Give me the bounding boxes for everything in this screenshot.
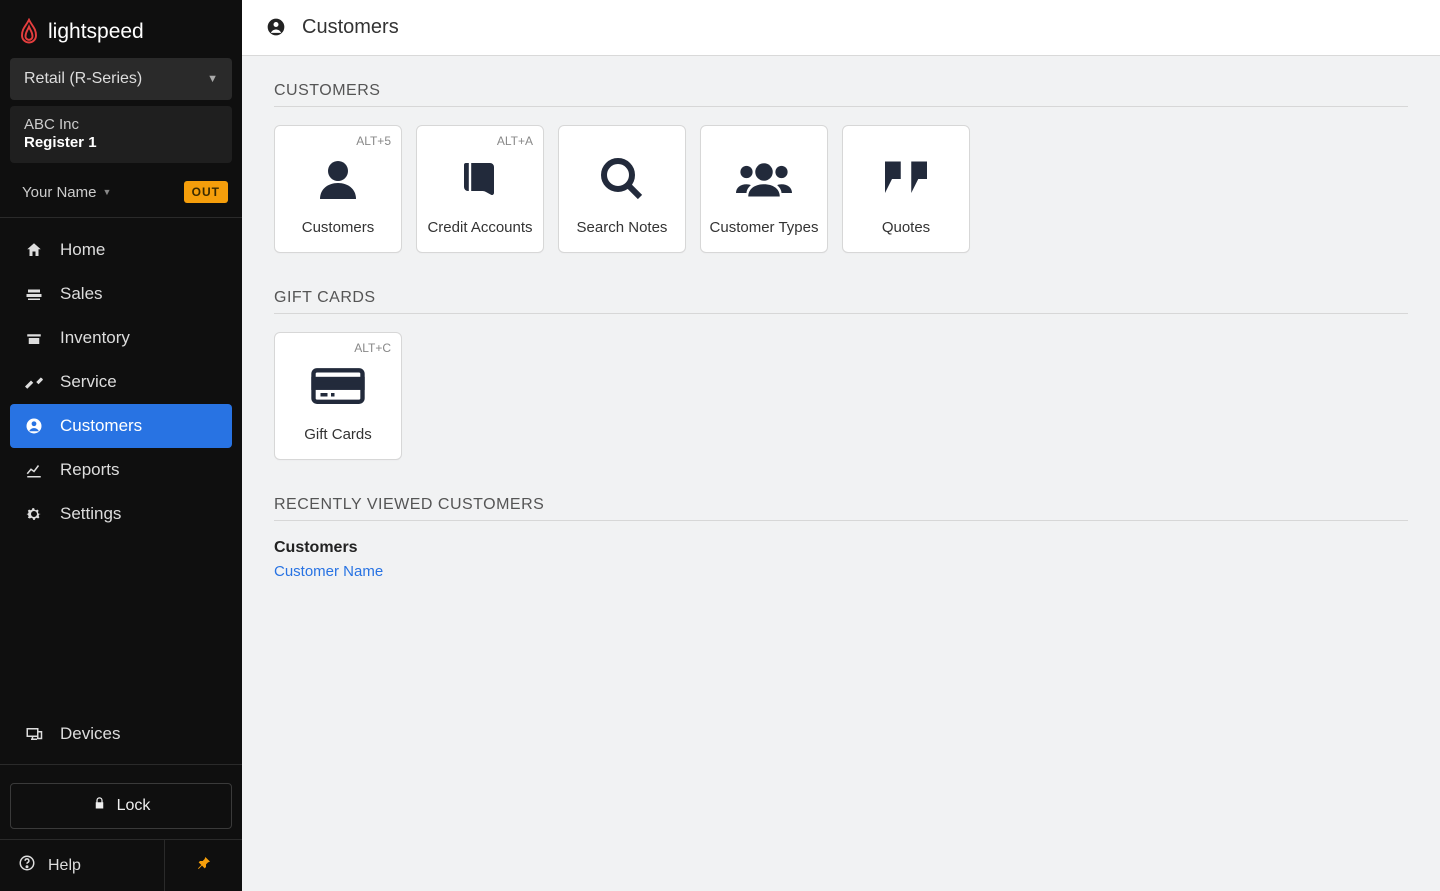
nav-item-home[interactable]: Home	[10, 228, 232, 272]
sidebar: lightspeed Retail (R-Series) ▼ ABC Inc R…	[0, 0, 242, 891]
lock-label: Lock	[117, 797, 151, 815]
help-label: Help	[48, 857, 81, 875]
tile-label: Gift Cards	[304, 426, 372, 443]
nav-label: Settings	[60, 504, 121, 524]
nav-label: Sales	[60, 284, 103, 304]
lock-button[interactable]: Lock	[10, 783, 232, 829]
tile-label: Quotes	[882, 219, 930, 236]
nav-item-inventory[interactable]: Inventory	[10, 316, 232, 360]
recent-group-label: Customers	[274, 539, 1408, 557]
tile-gift-cards[interactable]: ALT+C Gift Cards	[274, 332, 402, 460]
flame-icon	[18, 18, 40, 46]
register-name: Register 1	[24, 134, 218, 151]
caret-down-icon: ▼	[103, 187, 112, 197]
search-icon	[598, 138, 646, 219]
nav-item-reports[interactable]: Reports	[10, 448, 232, 492]
tile-customers[interactable]: ALT+5 Customers	[274, 125, 402, 253]
nav-item-settings[interactable]: Settings	[10, 492, 232, 536]
user-circle-icon	[24, 416, 44, 436]
topbar: Customers	[242, 0, 1440, 56]
page-title: Customers	[302, 16, 399, 39]
tile-quotes[interactable]: Quotes	[842, 125, 970, 253]
nav-label: Devices	[60, 724, 120, 744]
user-name: Your Name	[22, 184, 97, 201]
pin-icon	[196, 855, 212, 876]
primary-nav: Home Sales Inventory Service	[0, 218, 242, 773]
shortcut-label: ALT+A	[497, 134, 533, 148]
tile-label: Customers	[302, 219, 375, 236]
divider	[274, 313, 1408, 314]
chart-icon	[24, 460, 44, 480]
divider	[274, 106, 1408, 107]
help-button[interactable]: Help	[0, 840, 164, 891]
section-heading-giftcards: GIFT CARDS	[274, 289, 1408, 307]
tile-label: Search Notes	[577, 219, 668, 236]
product-selector[interactable]: Retail (R-Series) ▼	[10, 58, 232, 100]
company-register-box[interactable]: ABC Inc Register 1	[10, 106, 232, 163]
section-heading-recent: RECENTLY VIEWED CUSTOMERS	[274, 496, 1408, 514]
nav-label: Service	[60, 372, 117, 392]
tile-credit-accounts[interactable]: ALT+A Credit Accounts	[416, 125, 544, 253]
divider	[0, 764, 242, 765]
nav-label: Customers	[60, 416, 142, 436]
tile-label: Credit Accounts	[427, 219, 532, 236]
tile-label: Customer Types	[710, 219, 819, 236]
wrench-icon	[24, 372, 44, 392]
product-name: Retail (R-Series)	[24, 70, 142, 88]
user-circle-icon	[266, 17, 288, 39]
section-heading-customers: CUSTOMERS	[274, 82, 1408, 100]
shortcut-label: ALT+C	[354, 341, 391, 355]
box-icon	[24, 328, 44, 348]
quote-icon	[878, 138, 934, 219]
brand-logo: lightspeed	[0, 0, 242, 58]
devices-icon	[24, 724, 44, 744]
tiles-customers: ALT+5 Customers ALT+A Credit Accounts	[274, 125, 1408, 253]
nav-label: Inventory	[60, 328, 130, 348]
nav-label: Home	[60, 240, 105, 260]
pin-button[interactable]	[164, 840, 242, 891]
gear-icon	[24, 504, 44, 524]
main-content: Customers CUSTOMERS ALT+5 Customers ALT+…	[242, 0, 1440, 891]
lock-icon	[92, 796, 107, 816]
tiles-giftcards: ALT+C Gift Cards	[274, 332, 1408, 460]
recent-customer-link[interactable]: Customer Name	[274, 563, 1408, 580]
card-icon	[310, 345, 366, 426]
home-icon	[24, 240, 44, 260]
divider	[274, 520, 1408, 521]
nav-item-sales[interactable]: Sales	[10, 272, 232, 316]
tile-customer-types[interactable]: Customer Types	[700, 125, 828, 253]
chevron-down-icon: ▼	[207, 73, 218, 85]
users-icon	[736, 138, 792, 219]
sidebar-footer: Help	[0, 839, 242, 891]
user-row[interactable]: Your Name ▼ OUT	[0, 169, 242, 218]
nav-item-service[interactable]: Service	[10, 360, 232, 404]
brand-name: lightspeed	[48, 20, 144, 44]
nav-label: Reports	[60, 460, 120, 480]
tile-search-notes[interactable]: Search Notes	[558, 125, 686, 253]
shortcut-label: ALT+5	[356, 134, 391, 148]
register-icon	[24, 284, 44, 304]
clock-out-badge[interactable]: OUT	[184, 181, 228, 203]
nav-item-customers[interactable]: Customers	[10, 404, 232, 448]
nav-item-devices[interactable]: Devices	[10, 712, 232, 756]
book-icon	[456, 138, 504, 219]
help-icon	[18, 854, 36, 877]
company-name: ABC Inc	[24, 116, 218, 133]
user-icon	[314, 138, 362, 219]
